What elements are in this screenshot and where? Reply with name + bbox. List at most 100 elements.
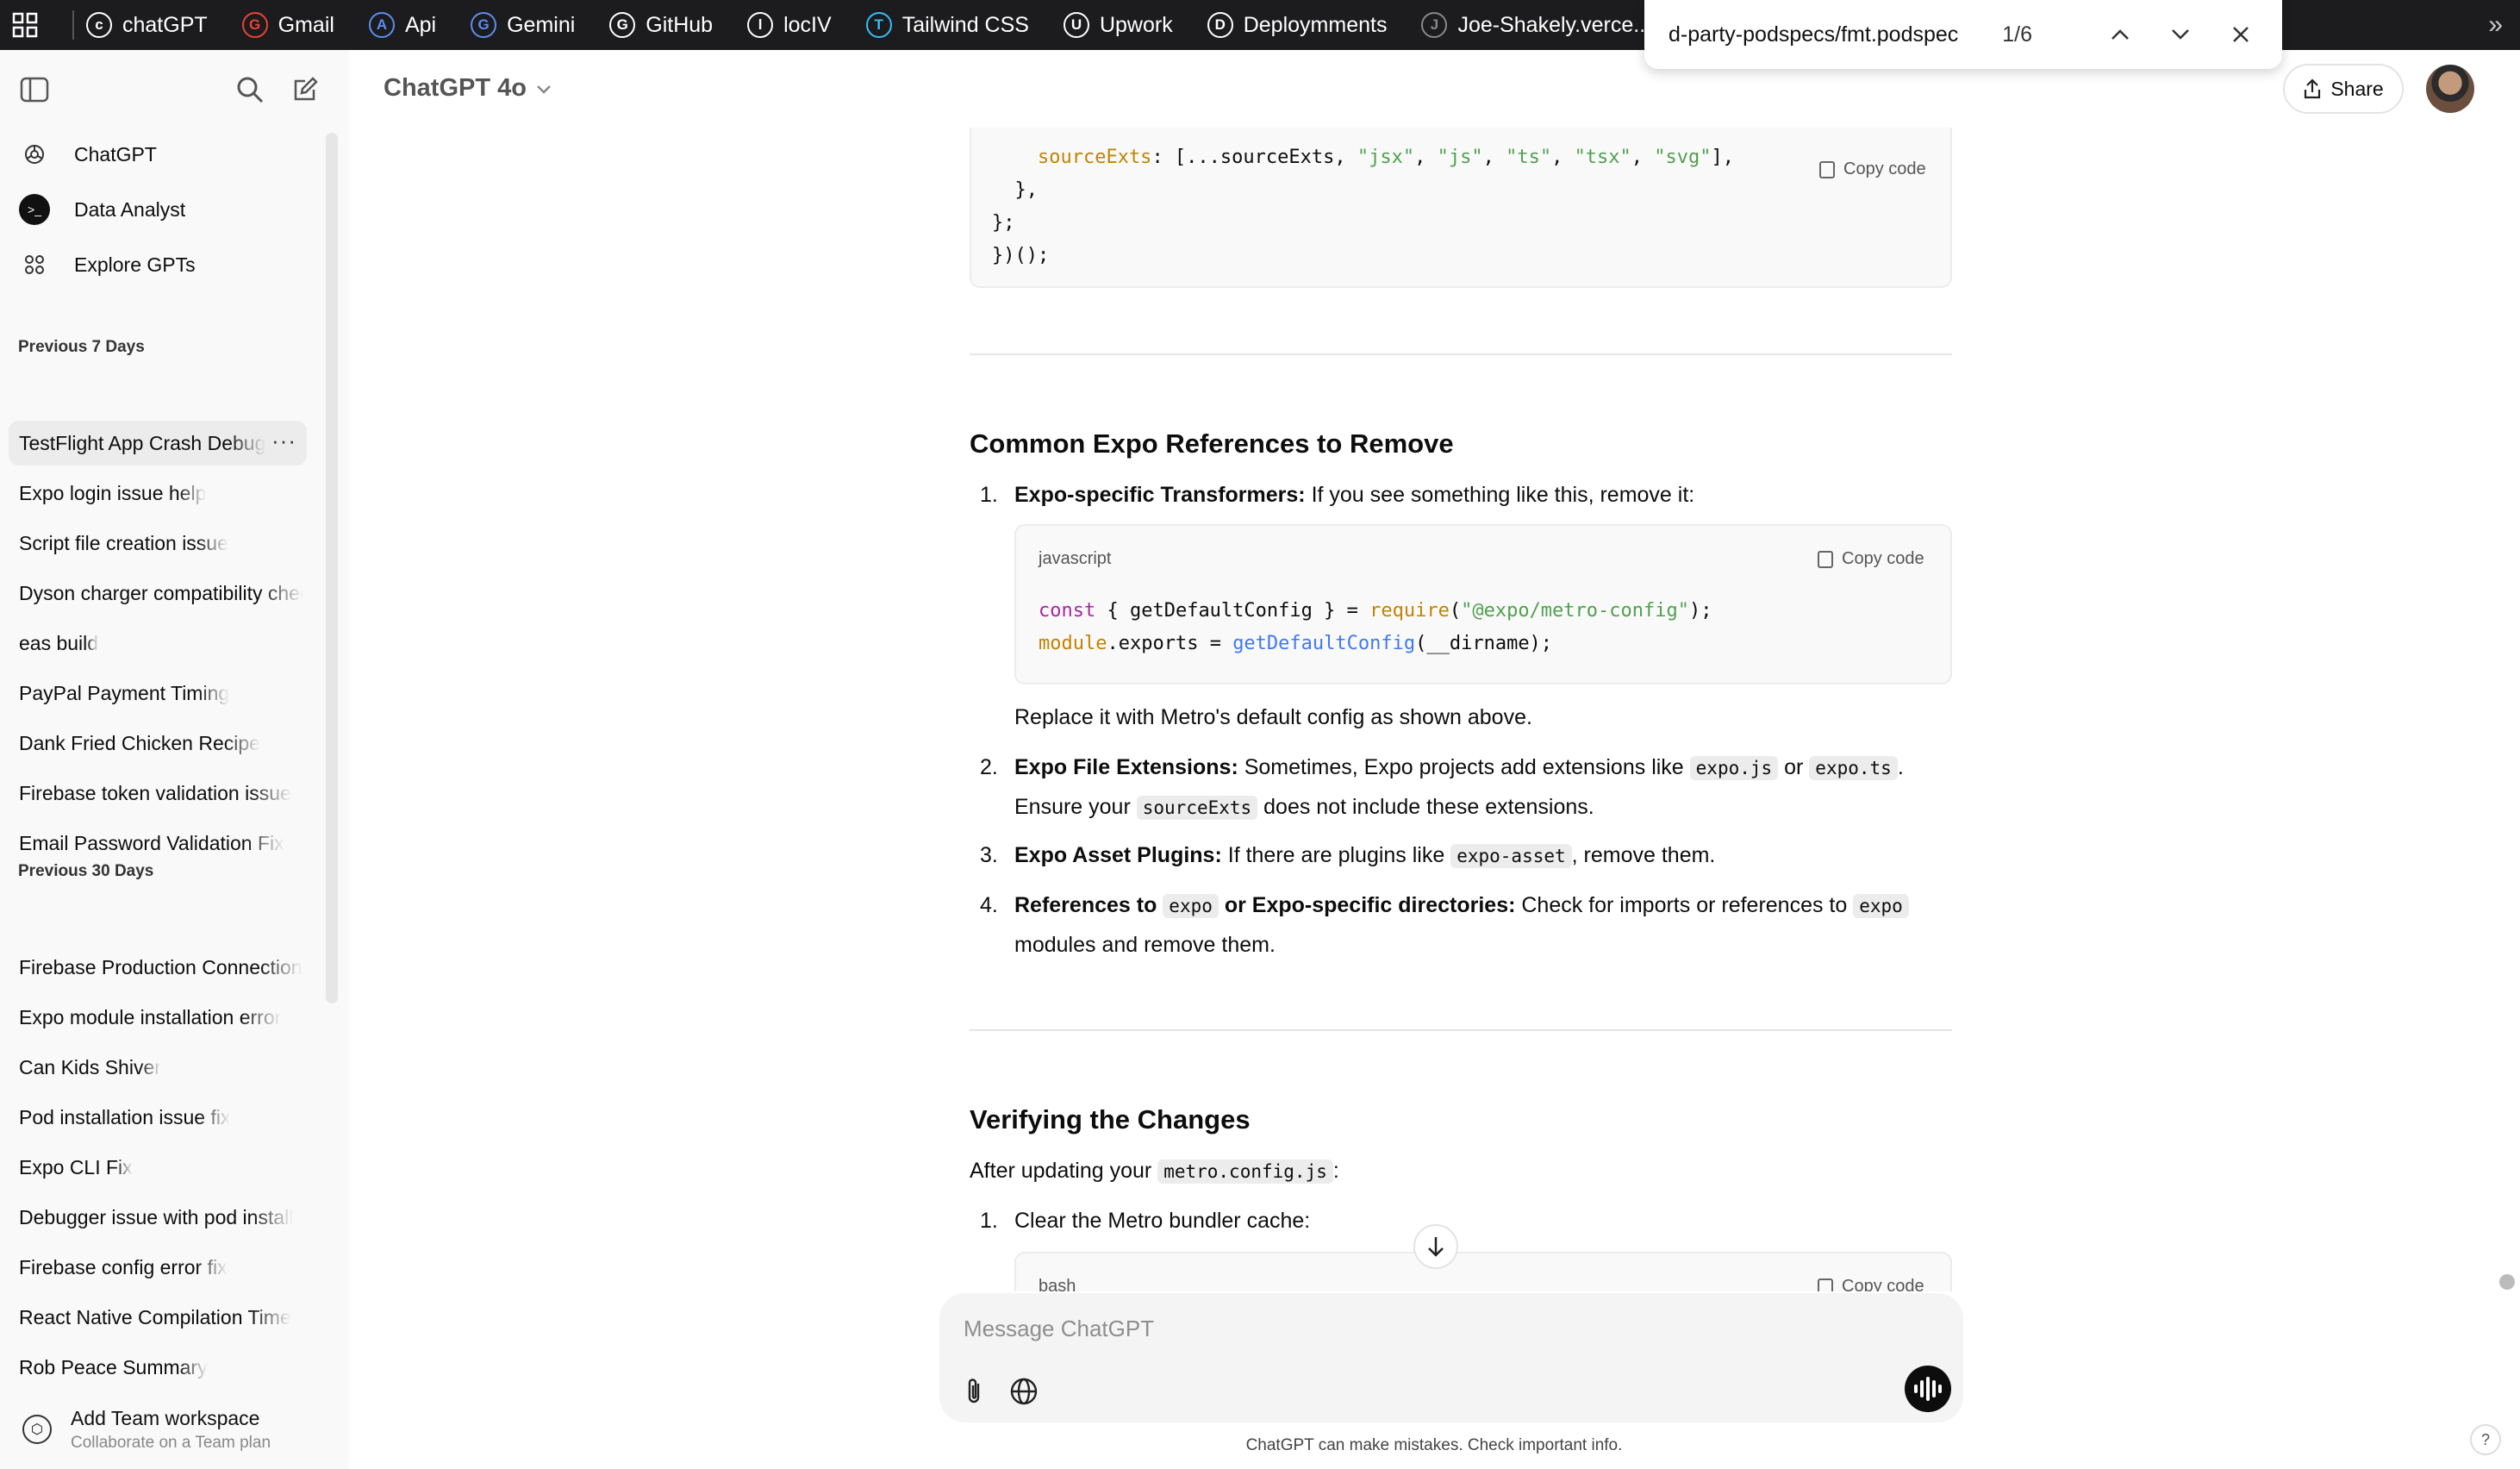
history-item[interactable]: Can Kids Shiver: [9, 1045, 307, 1090]
bookmark-label: Tailwind CSS: [901, 12, 1029, 37]
add-team-workspace[interactable]: ⬡ Add Team workspace Collaborate on a Te…: [0, 1390, 349, 1469]
history-item-label: Script file creation issue: [19, 531, 228, 554]
history-item[interactable]: Firebase token validation issue: [9, 771, 307, 816]
history-item[interactable]: PayPal Payment Timing: [9, 671, 307, 716]
history-item[interactable]: Firebase Production Connection: [9, 945, 307, 990]
find-input[interactable]: d-party-podspecs/fmt.podspec: [1669, 22, 2002, 47]
list-number: 4.: [980, 893, 998, 917]
code-language: javascript: [1039, 549, 1112, 568]
globe-icon: A: [368, 12, 395, 38]
history-item[interactable]: React Native Compilation Time: [9, 1295, 307, 1340]
new-chat-icon[interactable]: [284, 69, 326, 110]
bookmark-item[interactable]: U Upwork: [1063, 12, 1173, 38]
find-bar: d-party-podspecs/fmt.podspec 1/6: [1644, 0, 2282, 69]
copy-code-label: Copy code: [1843, 159, 1926, 178]
history-item[interactable]: Expo module installation error: [9, 995, 307, 1040]
bookmarks-separator: [72, 10, 74, 40]
team-subtitle: Collaborate on a Team plan: [71, 1433, 271, 1452]
page-scroll-indicator[interactable]: [2499, 1274, 2515, 1290]
history-item-label: Email Password Validation Fix: [19, 831, 284, 854]
share-button[interactable]: Share: [2283, 64, 2404, 114]
history-item[interactable]: Expo CLI Fix: [9, 1145, 307, 1190]
history-item[interactable]: eas build: [9, 621, 307, 666]
history-item[interactable]: Rob Peace Summary: [9, 1345, 307, 1390]
history-item-label: Expo module installation error: [19, 1005, 282, 1028]
list-item-bold: or Expo-specific directories:: [1218, 893, 1516, 917]
bookmark-item[interactable]: c chatGPT: [86, 12, 208, 38]
list-number: 2.: [980, 755, 998, 779]
bookmark-item[interactable]: T Tailwind CSS: [865, 12, 1029, 38]
message-input[interactable]: Message ChatGPT: [964, 1316, 1154, 1342]
upwork-icon: U: [1063, 12, 1089, 38]
find-count: 1/6: [2002, 22, 2032, 47]
list-item: References to expo or Expo-specific dire…: [1014, 886, 1952, 965]
history-item[interactable]: TestFlight App Crash Debug ···: [9, 421, 307, 466]
bookmarks-overflow-icon[interactable]: »: [2488, 0, 2503, 50]
history-item[interactable]: Expo login issue help: [9, 471, 307, 516]
code-block: bash Copy code: [1014, 1252, 1952, 1291]
avatar[interactable]: [2426, 65, 2474, 113]
inline-code: metro.config.js: [1157, 1160, 1333, 1184]
history-item[interactable]: Script file creation issue: [9, 521, 307, 566]
code-line: const { getDefaultConfig } = require("@e…: [1039, 600, 1712, 622]
paragraph: After updating your metro.config.js:: [970, 1152, 1907, 1191]
section-title: Verifying the Changes: [970, 1104, 1251, 1135]
list-item-text: does not include these extensions.: [1257, 795, 1594, 819]
bookmark-item[interactable]: G GitHub: [609, 12, 713, 38]
search-icon[interactable]: [229, 69, 271, 110]
copy-code-button[interactable]: Copy code: [1818, 1267, 1924, 1291]
bookmark-label: locIV: [783, 12, 832, 37]
list-item-text: If there are plugins like: [1221, 843, 1451, 867]
site-icon: J: [1421, 12, 1448, 38]
team-icon: ⬡: [22, 1415, 52, 1444]
sidebar-item-chatgpt[interactable]: ChatGPT: [9, 130, 307, 178]
copy-icon: [1818, 550, 1833, 568]
more-options-icon[interactable]: ···: [271, 428, 296, 454]
apps-grid-icon[interactable]: [0, 0, 50, 50]
bookmark-item[interactable]: G Gemini: [471, 12, 575, 38]
sidebar-item-data-analyst[interactable]: >_ Data Analyst: [9, 185, 307, 234]
sidebar-item-label: Explore GPTs: [74, 253, 196, 276]
copy-code-button[interactable]: Copy code: [1818, 540, 1924, 578]
divider: [970, 353, 1952, 355]
code-line: module.exports = getDefaultConfig(__dirn…: [1039, 633, 1553, 654]
history-item[interactable]: Firebase config error fix: [9, 1245, 307, 1290]
attach-icon[interactable]: [957, 1374, 991, 1409]
bookmark-item[interactable]: D Deploymments: [1207, 12, 1387, 38]
list-item: Clear the Metro bundler cache:: [1014, 1209, 1311, 1233]
list-item-text: Sometimes, Expo projects add extensions …: [1238, 755, 1690, 779]
bookmark-item[interactable]: l locIV: [747, 12, 832, 38]
sidebar-top-bar: [0, 50, 349, 128]
history-item[interactable]: Debugger issue with pod install: [9, 1195, 307, 1240]
list-item: Expo-specific Transformers: If you see s…: [1014, 476, 1952, 515]
scroll-to-bottom-button[interactable]: [1413, 1224, 1458, 1269]
history-item[interactable]: Dank Fried Chicken Recipe: [9, 721, 307, 766]
sidebar-scrollbar[interactable]: [326, 133, 338, 1003]
share-icon: [2305, 78, 2321, 99]
model-selector[interactable]: ChatGPT 4o: [384, 74, 552, 103]
copy-code-label: Copy code: [1842, 1277, 1924, 1291]
bookmark-item[interactable]: G Gmail: [241, 12, 334, 38]
history-item-label: Expo login issue help: [19, 481, 207, 504]
find-next-icon[interactable]: [2160, 14, 2201, 55]
find-previous-icon[interactable]: [2099, 14, 2141, 55]
code-block: javascript Copy code const { getDefaultC…: [1014, 524, 1952, 684]
code-line: },: [992, 179, 1038, 201]
history-item[interactable]: Pod installation issue fix: [9, 1095, 307, 1140]
vercel-icon: D: [1207, 12, 1233, 38]
bookmark-item[interactable]: J Joe-Shakely.verce...: [1421, 12, 1651, 38]
globe-icon[interactable]: [1007, 1374, 1041, 1409]
close-icon[interactable]: [2220, 14, 2261, 55]
chevron-down-icon: [537, 84, 551, 94]
history-item[interactable]: Dyson charger compatibility check: [9, 571, 307, 616]
sidebar-item-explore-gpts[interactable]: Explore GPTs: [9, 241, 307, 289]
bookmark-label: GitHub: [646, 12, 714, 37]
help-button[interactable]: ?: [2470, 1424, 2501, 1455]
toggle-sidebar-icon[interactable]: [14, 69, 55, 110]
voice-mode-button[interactable]: [1905, 1366, 1951, 1412]
copy-code-button[interactable]: Copy code: [1819, 150, 1926, 189]
history-item[interactable]: Email Password Validation Fix: [9, 821, 307, 866]
code-block: sourceExts: [...sourceExts, "jsx", "js",…: [970, 128, 1952, 288]
bookmark-item[interactable]: A Api: [368, 12, 436, 38]
history-item-label: eas build: [19, 631, 99, 654]
